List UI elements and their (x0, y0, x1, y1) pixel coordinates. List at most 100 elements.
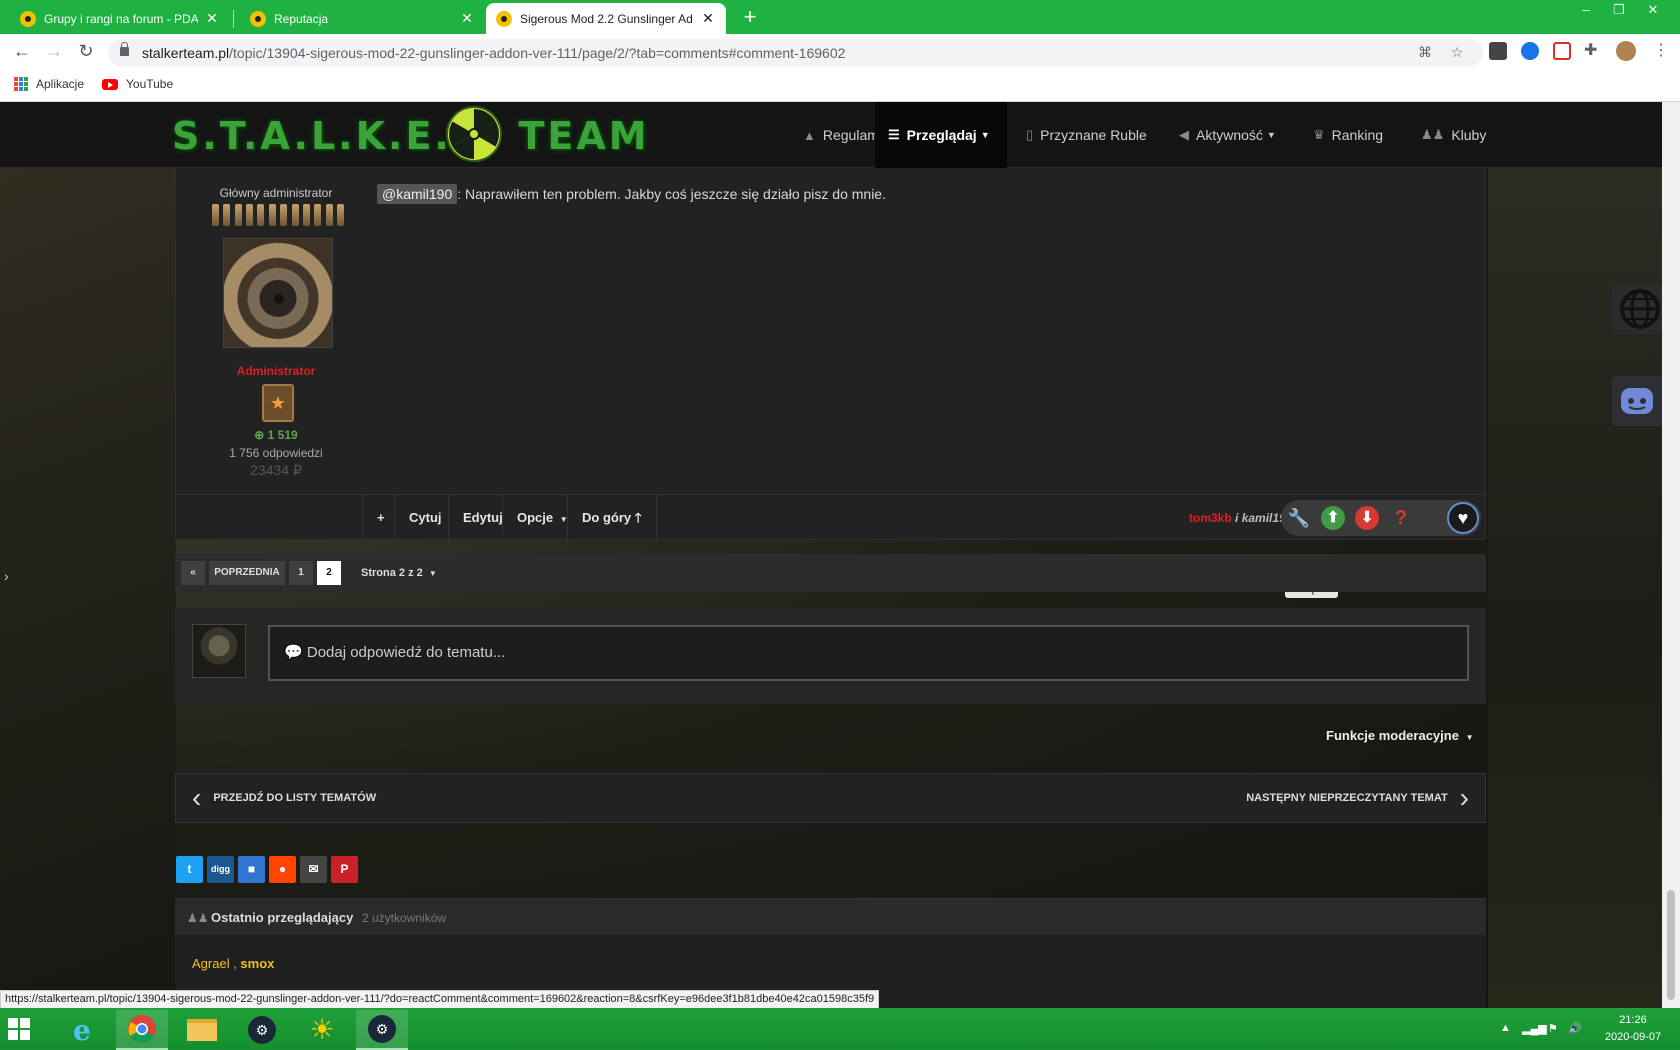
game-sun-icon[interactable]: ☀ (296, 1010, 348, 1050)
options-label: Opcje (517, 510, 554, 525)
scrollbar-thumb[interactable] (1667, 890, 1675, 1000)
users-icon: ♟♟ (1421, 127, 1445, 142)
twitter-share-icon[interactable]: t (176, 856, 203, 883)
page-jump-dropdown[interactable]: Strona 2 z 2 ▼ (361, 561, 437, 585)
thumbs-up-arrow-icon[interactable]: ⬆ (1321, 506, 1345, 530)
email-share-icon[interactable]: ✉ (300, 856, 327, 883)
back-arrow-icon[interactable]: ← (12, 42, 32, 62)
viewer-user-1[interactable]: Agrael (192, 956, 230, 971)
tab-forum-groups[interactable]: Grupy i rangi na forum - PDA - S ✕ (10, 3, 230, 34)
bookmark-youtube[interactable]: YouTube (102, 77, 173, 91)
wrench-icon[interactable]: 🔧 (1287, 506, 1311, 530)
site-header: S.T.A.L.K.E.R. TEAM ▲ Regulamin ☰ Przegl… (0, 102, 1662, 168)
system-clock[interactable]: 21:26 2020-09-07 (1598, 1012, 1668, 1046)
next-unread-label: NASTĘPNY NIEPRZECZYTANY TEMAT (1246, 792, 1448, 804)
discord-widget[interactable] (1612, 376, 1662, 426)
moderation-functions-dropdown[interactable]: Funkcje moderacyjne ▼ (1326, 728, 1474, 743)
globe-icon (1620, 289, 1660, 329)
menu-kebab-icon[interactable]: ⋮ (1652, 42, 1670, 60)
current-user-avatar (192, 624, 246, 678)
steam-running-icon[interactable]: ⚙ (356, 1010, 408, 1050)
extension-1-icon[interactable] (1489, 42, 1507, 60)
digg-share-icon[interactable]: digg (207, 856, 234, 883)
bookmark-apps[interactable]: Aplikacje (14, 77, 84, 91)
quote-button[interactable]: Cytuj (394, 495, 456, 540)
address-bar[interactable]: stalkerteam.pl/topic/13904-sigerous-mod-… (108, 39, 1483, 66)
previous-page-button[interactable]: POPRZEDNIA (209, 561, 285, 585)
delicious-share-icon[interactable]: ■ (238, 856, 265, 883)
extension-3-icon[interactable] (1553, 42, 1571, 60)
apps-grid-icon (14, 77, 28, 91)
puzzle-icon[interactable]: ✚ (1584, 42, 1602, 60)
nav-ranking[interactable]: ♛ Ranking (1300, 102, 1396, 168)
flag-icon[interactable]: ⚑ (1548, 1022, 1558, 1035)
minimize-icon[interactable]: ‒ (1571, 0, 1601, 22)
internet-explorer-icon[interactable]: e (56, 1010, 108, 1050)
first-page-button[interactable]: « (181, 561, 205, 585)
page-scrollbar[interactable] (1662, 102, 1680, 1008)
extension-2-icon[interactable] (1521, 42, 1539, 60)
reaction-users[interactable]: tom3kb i kamil190 (1189, 511, 1292, 525)
viewer-list: Agrael , smox (192, 956, 274, 971)
avatar[interactable] (1616, 41, 1636, 61)
restore-icon[interactable]: ❐ (1604, 0, 1634, 22)
reply-input[interactable]: 💬 Dodaj odpowiedź do tematu... (268, 625, 1469, 681)
globe-widget[interactable] (1612, 284, 1662, 334)
sidebar-expand-arrow-icon[interactable]: › (4, 568, 9, 584)
star-badge-icon: ★ (262, 384, 294, 422)
bookmarks-bar: Aplikacje YouTube (0, 70, 1680, 102)
forward-arrow-icon[interactable]: → (44, 42, 64, 62)
url-path: /topic/13904-sigerous-mod-22-gunslinger-… (229, 45, 846, 61)
file-explorer-icon[interactable] (176, 1010, 228, 1050)
nav-przyznane-ruble[interactable]: ▯ Przyznane Ruble (1013, 102, 1160, 168)
reactor-user-1[interactable]: tom3kb (1189, 511, 1232, 525)
arrow-up-icon: 🡑 (634, 510, 642, 525)
close-icon[interactable]: ✕ (700, 10, 716, 27)
volume-icon[interactable]: 🔊 (1568, 1022, 1582, 1035)
close-icon[interactable]: ✕ (204, 10, 220, 27)
author-rank-title: Główny administrator (219, 186, 333, 200)
post-actions-bar: + Cytuj Edytuj Opcje ▼ Do góry 🡑 tom3kb … (176, 494, 1487, 540)
thumbs-down-arrow-icon[interactable]: ⬇ (1355, 506, 1379, 530)
chevron-right-icon: › (1459, 782, 1469, 813)
next-unread-topic-link[interactable]: NASTĘPNY NIEPRZECZYTANY TEMAT › (1246, 774, 1469, 822)
question-mark-icon[interactable]: ? (1389, 506, 1413, 530)
reactor-and: i (1231, 511, 1242, 525)
nav-przegladaj[interactable]: ☰ Przeglądaj ▼ (875, 102, 1007, 168)
steam-icon[interactable]: ⚙ (236, 1010, 288, 1050)
bookmark-star-icon[interactable]: ☆ (1448, 44, 1466, 62)
nav-kluby[interactable]: ♟♟ Kluby (1408, 102, 1499, 168)
back-to-topics-link[interactable]: ‹ PRZEJDŹ DO LISTY TEMATÓW (192, 774, 376, 822)
windows-start-icon[interactable] (8, 1018, 30, 1040)
background-art-left (0, 102, 176, 1008)
heart-reaction-icon[interactable]: ♥ (1447, 502, 1479, 534)
rubles-count: 23434 ₽ (250, 462, 302, 478)
translate-icon[interactable]: ⌘ (1416, 44, 1434, 62)
tray-expand-icon[interactable]: ▲ (1500, 1022, 1511, 1034)
viewer-user-2[interactable]: smox (240, 956, 274, 971)
url-host: stalkerteam.pl (142, 45, 230, 61)
tab-title: Reputacja (274, 11, 329, 26)
go-to-top-button[interactable]: Do góry 🡑 (567, 495, 657, 540)
page-1-button[interactable]: 1 (289, 561, 313, 585)
site-logo[interactable]: S.T.A.L.K.E.R. TEAM (172, 114, 650, 158)
reputation-count: ⊕ 1 519 (176, 428, 376, 442)
tab-reputacja[interactable]: Reputacja ✕ (240, 3, 485, 34)
browser-tab-strip: Grupy i rangi na forum - PDA - S ✕ Reput… (0, 0, 1680, 34)
page-2-button[interactable]: 2 (317, 561, 341, 585)
pinterest-share-icon[interactable]: P (331, 856, 358, 883)
go-to-top-label: Do góry (582, 510, 632, 525)
user-mention-link[interactable]: @kamil190 (377, 184, 458, 204)
reload-icon[interactable]: ↻ (76, 42, 96, 62)
new-tab-button[interactable]: + (738, 6, 762, 30)
close-icon[interactable]: ✕ (459, 10, 475, 27)
answers-count: 1 756 odpowiedzi (229, 446, 323, 460)
window-close-icon[interactable]: ✕ (1638, 0, 1668, 22)
caret-down-icon: ▼ (1465, 733, 1474, 742)
author-avatar[interactable] (223, 238, 333, 348)
chrome-icon[interactable] (116, 1010, 168, 1050)
reddit-share-icon[interactable]: ● (269, 856, 296, 883)
tab-sigerous-mod[interactable]: Sigerous Mod 2.2 Gunslinger Ad ✕ (486, 3, 726, 34)
nav-aktywnosc[interactable]: ◀ Aktywność ▼ (1166, 102, 1289, 168)
network-icon[interactable]: ▂▄▆ (1522, 1022, 1547, 1035)
